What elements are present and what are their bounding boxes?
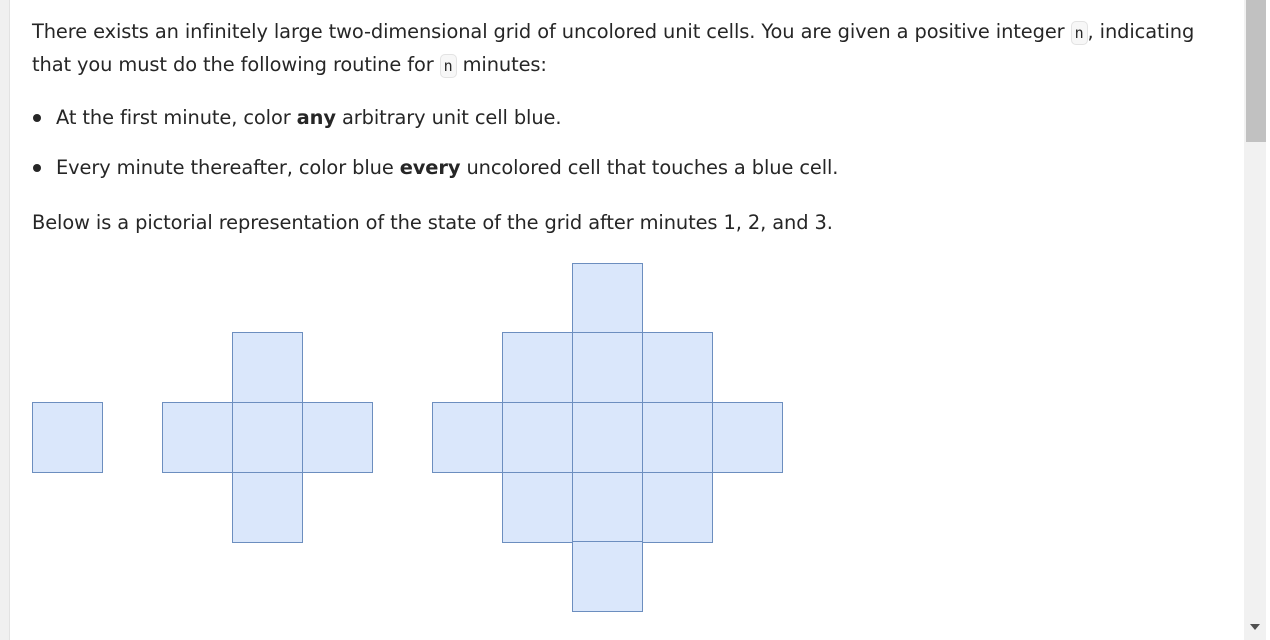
grid-cell bbox=[642, 472, 713, 543]
bullet-icon bbox=[33, 114, 41, 122]
grid-cell bbox=[232, 472, 303, 543]
grid-figure bbox=[32, 263, 783, 612]
grid-cell bbox=[502, 402, 573, 473]
rule-text: arbitrary unit cell blue. bbox=[335, 106, 562, 129]
rule-bold: every bbox=[399, 156, 461, 179]
rule-text: uncolored cell that touches a blue cell. bbox=[460, 156, 839, 179]
grid-cell bbox=[572, 332, 643, 403]
grid-cell bbox=[302, 402, 373, 473]
list-item: Every minute thereafter, color blue ever… bbox=[32, 152, 838, 202]
grid-cell bbox=[162, 402, 233, 473]
grid-cell bbox=[432, 402, 503, 473]
intro-text-1: There exists an infinitely large two-dim… bbox=[32, 20, 1071, 43]
grid-cell bbox=[712, 402, 783, 473]
figure-caption: Below is a pictorial representation of t… bbox=[32, 211, 833, 234]
grid-cell bbox=[502, 332, 573, 403]
minute-1-grid bbox=[32, 402, 103, 473]
rule-text: At the first minute, color bbox=[56, 106, 297, 129]
scrollbar-thumb[interactable] bbox=[1246, 0, 1266, 142]
grid-cell bbox=[572, 402, 643, 473]
rules-list: At the first minute, color any arbitrary… bbox=[32, 102, 838, 202]
grid-cell bbox=[572, 472, 643, 543]
list-item: At the first minute, color any arbitrary… bbox=[32, 102, 838, 152]
minute-2-grid bbox=[162, 332, 373, 543]
grid-cell bbox=[502, 472, 573, 543]
intro-paragraph: There exists an infinitely large two-dim… bbox=[32, 16, 1232, 82]
grid-cell bbox=[232, 402, 303, 473]
grid-cell bbox=[32, 402, 103, 473]
scroll-down-arrow-icon[interactable] bbox=[1250, 624, 1260, 630]
bullet-icon bbox=[33, 164, 41, 172]
inline-code-n: n bbox=[439, 54, 457, 78]
left-gutter bbox=[0, 0, 10, 640]
inline-code-n: n bbox=[1070, 21, 1088, 45]
rule-text: Every minute thereafter, color blue bbox=[56, 156, 400, 179]
grid-cell bbox=[572, 541, 643, 612]
grid-cell bbox=[572, 263, 643, 334]
vertical-scrollbar[interactable] bbox=[1244, 0, 1266, 640]
grid-cell bbox=[642, 332, 713, 403]
grid-cell bbox=[232, 332, 303, 403]
rule-bold: any bbox=[296, 106, 336, 129]
intro-text-3: minutes: bbox=[456, 53, 547, 76]
grid-cell bbox=[642, 402, 713, 473]
minute-3-grid bbox=[432, 263, 783, 612]
